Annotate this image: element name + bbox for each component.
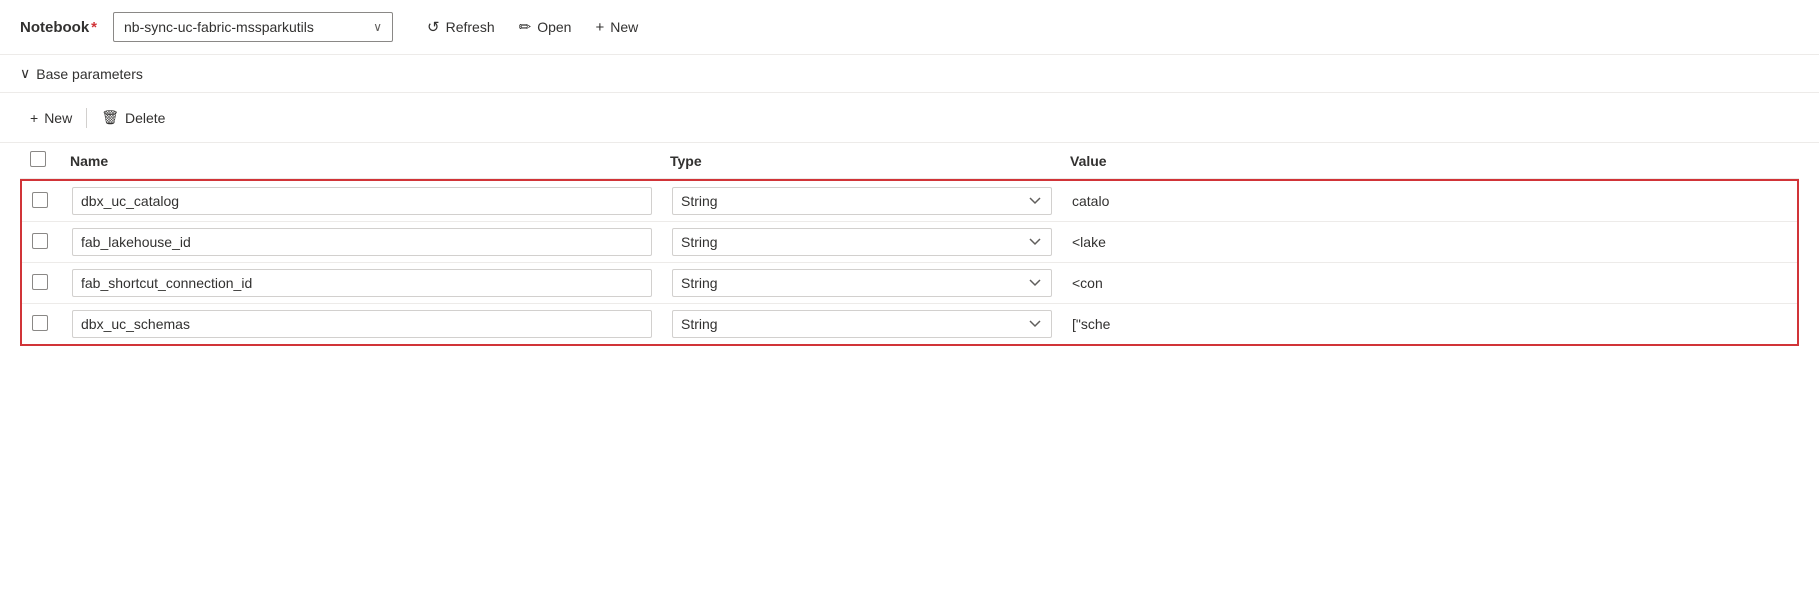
base-params-section: ∨ Base parameters xyxy=(0,55,1819,93)
highlighted-rows-wrapper: StringIntegerBooleanFloatcataloStringInt… xyxy=(20,179,1799,346)
param-name-input-1[interactable] xyxy=(72,228,652,256)
name-column-header: Name xyxy=(60,143,660,179)
params-table: Name Type Value StringIntegerBooleanFloa… xyxy=(20,143,1799,346)
new-button-section[interactable]: + New xyxy=(20,104,82,132)
notebook-dropdown-value: nb-sync-uc-fabric-mssparkutils xyxy=(124,19,314,35)
param-name-input-2[interactable] xyxy=(72,269,652,297)
table-header-row: Name Type Value xyxy=(20,143,1799,179)
param-value-0: catalo xyxy=(1072,193,1109,209)
delete-label: Delete xyxy=(125,110,165,126)
refresh-button[interactable]: ↺ Refresh xyxy=(417,12,505,42)
param-value-1: <lake xyxy=(1072,234,1106,250)
table-row: StringIntegerBooleanFloat catalo xyxy=(22,181,1797,222)
base-params-toggle[interactable]: ∨ Base parameters xyxy=(20,65,1799,82)
table-row: StringIntegerBooleanFloat ["sche xyxy=(22,304,1797,345)
open-button[interactable]: ✏ Open xyxy=(509,12,582,42)
refresh-label: Refresh xyxy=(446,19,495,35)
open-icon: ✏ xyxy=(519,18,532,36)
row-checkbox-0[interactable] xyxy=(32,192,48,208)
row-checkbox-3[interactable] xyxy=(32,315,48,331)
param-type-select-2[interactable]: StringIntegerBooleanFloat xyxy=(672,269,1052,297)
row-checkbox-1[interactable] xyxy=(32,233,48,249)
refresh-icon: ↺ xyxy=(427,18,440,36)
param-type-select-0[interactable]: StringIntegerBooleanFloat xyxy=(672,187,1052,215)
param-name-input-0[interactable] xyxy=(72,187,652,215)
table-row: StringIntegerBooleanFloat <con xyxy=(22,263,1797,304)
param-value-3: ["sche xyxy=(1072,316,1110,332)
param-value-2: <con xyxy=(1072,275,1103,291)
open-label: Open xyxy=(537,19,571,35)
param-name-input-3[interactable] xyxy=(72,310,652,338)
type-column-header: Type xyxy=(660,143,1060,179)
toolbar-actions: ↺ Refresh ✏ Open + New xyxy=(417,12,648,42)
section-toolbar: + New 🗑 Delete xyxy=(0,93,1819,143)
toolbar-divider xyxy=(86,108,87,128)
param-type-select-3[interactable]: StringIntegerBooleanFloat xyxy=(672,310,1052,338)
row-checkbox-2[interactable] xyxy=(32,274,48,290)
required-star: * xyxy=(91,19,97,36)
notebook-label: Notebook* xyxy=(20,19,97,36)
chevron-down-icon: ∨ xyxy=(373,20,382,34)
value-column-header: Value xyxy=(1060,143,1799,179)
inner-params-table: StringIntegerBooleanFloatcataloStringInt… xyxy=(22,181,1797,344)
expand-icon: ∨ xyxy=(20,65,30,82)
param-type-select-1[interactable]: StringIntegerBooleanFloat xyxy=(672,228,1052,256)
new-button-top[interactable]: + New xyxy=(585,13,648,42)
trash-icon: 🗑 xyxy=(101,109,119,126)
highlighted-rows-container: StringIntegerBooleanFloatcataloStringInt… xyxy=(20,179,1799,347)
new-label-top: New xyxy=(610,19,638,35)
new-label-section: New xyxy=(44,110,72,126)
base-params-label: Base parameters xyxy=(36,66,143,82)
table-container: Name Type Value StringIntegerBooleanFloa… xyxy=(0,143,1819,346)
header-checkbox[interactable] xyxy=(30,151,46,167)
notebook-label-text: Notebook xyxy=(20,19,89,36)
plus-icon-section: + xyxy=(30,110,38,126)
notebook-dropdown[interactable]: nb-sync-uc-fabric-mssparkutils ∨ xyxy=(113,12,393,42)
plus-icon-top: + xyxy=(595,19,604,36)
delete-button[interactable]: 🗑 Delete xyxy=(91,103,175,132)
top-bar: Notebook* nb-sync-uc-fabric-mssparkutils… xyxy=(0,0,1819,55)
header-checkbox-cell xyxy=(20,143,60,179)
table-row: StringIntegerBooleanFloat <lake xyxy=(22,222,1797,263)
